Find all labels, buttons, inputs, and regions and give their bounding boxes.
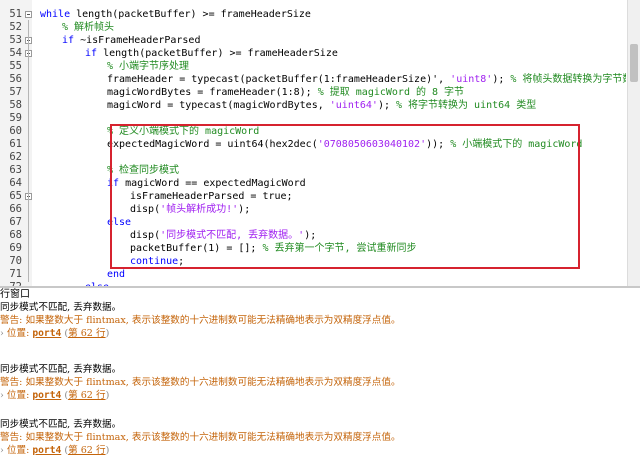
- keyword: end: [107, 269, 126, 280]
- string-literal: 'uint8': [450, 74, 493, 85]
- location-prefix: 位置:: [6, 445, 33, 456]
- line-number: 68: [9, 229, 22, 241]
- code-text: ~isFrameHeaderParsed: [74, 35, 201, 46]
- line-number: 65: [9, 190, 22, 202]
- scrollbar-thumb[interactable]: [630, 44, 638, 82]
- function-link[interactable]: port4: [32, 328, 61, 339]
- warning-location: › 位置: port4 (第 62 行): [0, 389, 109, 402]
- comment: % 将帧头数据转换为字节数组: [510, 74, 626, 85]
- line-number: 70: [9, 255, 22, 267]
- keyword: while: [40, 9, 71, 20]
- line-number: 55: [9, 60, 22, 72]
- arrow-icon: ›: [0, 445, 7, 456]
- line-number: 66: [9, 203, 22, 215]
- warning-location: › 位置: port4 (第 62 行): [0, 327, 109, 340]
- paren-close: ): [105, 390, 110, 401]
- command-window[interactable]: 同步模式不匹配, 丢弃数据。 警告: 如果整数大于 flintmax, 表示该整…: [0, 301, 640, 469]
- fold-toggle-icon[interactable]: [25, 11, 32, 18]
- comment: % 解析帧头: [62, 22, 115, 33]
- panel-divider[interactable]: [0, 286, 640, 288]
- code-line-53[interactable]: if ~isFrameHeaderParsed: [40, 34, 626, 47]
- string-literal: 'uint64': [329, 100, 378, 111]
- line-number: 60: [9, 125, 22, 137]
- code-line-72[interactable]: end: [40, 268, 626, 281]
- code-line-56[interactable]: frameHeader = typecast(packetBuffer(1:fr…: [40, 73, 626, 86]
- comment: % 小端字节序处理: [107, 61, 190, 72]
- paren-close: ): [105, 328, 110, 339]
- line-number: 57: [9, 86, 22, 98]
- comment: % 提取 magicWord 的 8 字节: [317, 87, 465, 98]
- code-text: magicWord = typecast(magicWordBytes,: [107, 100, 330, 111]
- function-link[interactable]: port4: [32, 445, 61, 456]
- code-text: );: [492, 74, 511, 85]
- line-number: 64: [9, 177, 22, 189]
- line-number: 58: [9, 99, 22, 111]
- line-number: 56: [9, 73, 22, 85]
- line-number: 69: [9, 242, 22, 254]
- code-text: length(packetBuffer) >= frameHeaderSize: [70, 9, 311, 20]
- line-number: 71: [9, 268, 22, 280]
- code-line-58[interactable]: magicWord = typecast(magicWordBytes, 'ui…: [40, 99, 626, 112]
- line-link[interactable]: 第 62 行: [68, 328, 106, 339]
- output-message: 同步模式不匹配, 丢弃数据。: [0, 302, 122, 313]
- line-number: 61: [9, 138, 22, 150]
- code-line-55[interactable]: % 小端字节序处理: [40, 60, 626, 73]
- line-number: 59: [9, 112, 22, 124]
- keyword: if: [62, 35, 75, 46]
- highlight-annotation-box: [110, 124, 580, 269]
- line-link[interactable]: 第 62 行: [68, 390, 106, 401]
- line-number: 54: [9, 47, 22, 59]
- arrow-icon: ›: [0, 328, 7, 339]
- location-prefix: 位置:: [6, 328, 33, 339]
- command-window-title: 行窗口: [0, 289, 30, 300]
- line-number: 62: [9, 151, 22, 163]
- code-line-54[interactable]: if length(packetBuffer) >= frameHeaderSi…: [40, 47, 626, 60]
- line-number: 63: [9, 164, 22, 176]
- line-number: 52: [9, 21, 22, 33]
- code-line-52[interactable]: % 解析帧头: [40, 21, 626, 34]
- fold-guide-line: [28, 20, 29, 282]
- paren-close: ): [105, 445, 110, 456]
- code-text: magicWordBytes = frameHeader(1:8);: [107, 87, 318, 98]
- code-text: );: [377, 100, 396, 111]
- code-line-51[interactable]: while length(packetBuffer) >= frameHeade…: [40, 8, 626, 21]
- function-link[interactable]: port4: [32, 390, 61, 401]
- code-line-57[interactable]: magicWordBytes = frameHeader(1:8); % 提取 …: [40, 86, 626, 99]
- output-message: 同步模式不匹配, 丢弃数据。: [0, 419, 122, 430]
- line-link[interactable]: 第 62 行: [68, 445, 106, 456]
- warning-location: › 位置: port4 (第 62 行): [0, 444, 109, 457]
- line-number: 51: [9, 8, 22, 20]
- line-number: 67: [9, 216, 22, 228]
- warning-message: 警告: 如果整数大于 flintmax, 表示该整数的十六进制数可能无法精确地表…: [0, 432, 401, 443]
- comment: % 将字节转换为 uint64 类型: [396, 100, 537, 111]
- warning-message: 警告: 如果整数大于 flintmax, 表示该整数的十六进制数可能无法精确地表…: [0, 377, 401, 388]
- line-number: 53: [9, 34, 22, 46]
- code-editor[interactable]: 51 52 53 54 55 56 57 58 59 60 61 62 63 64 65 66 67 68 69 70…: [0, 0, 640, 286]
- keyword: if: [85, 48, 98, 59]
- location-prefix: 位置:: [6, 390, 33, 401]
- warning-message: 警告: 如果整数大于 flintmax, 表示该整数的十六进制数可能无法精确地表…: [0, 315, 401, 326]
- code-text: length(packetBuffer) >= frameHeaderSize: [97, 48, 338, 59]
- output-message: 同步模式不匹配, 丢弃数据。: [0, 364, 122, 375]
- arrow-icon: ›: [0, 390, 7, 401]
- code-text: frameHeader = typecast(packetBuffer(1:fr…: [107, 74, 451, 85]
- editor-vertical-scrollbar[interactable]: [627, 0, 640, 286]
